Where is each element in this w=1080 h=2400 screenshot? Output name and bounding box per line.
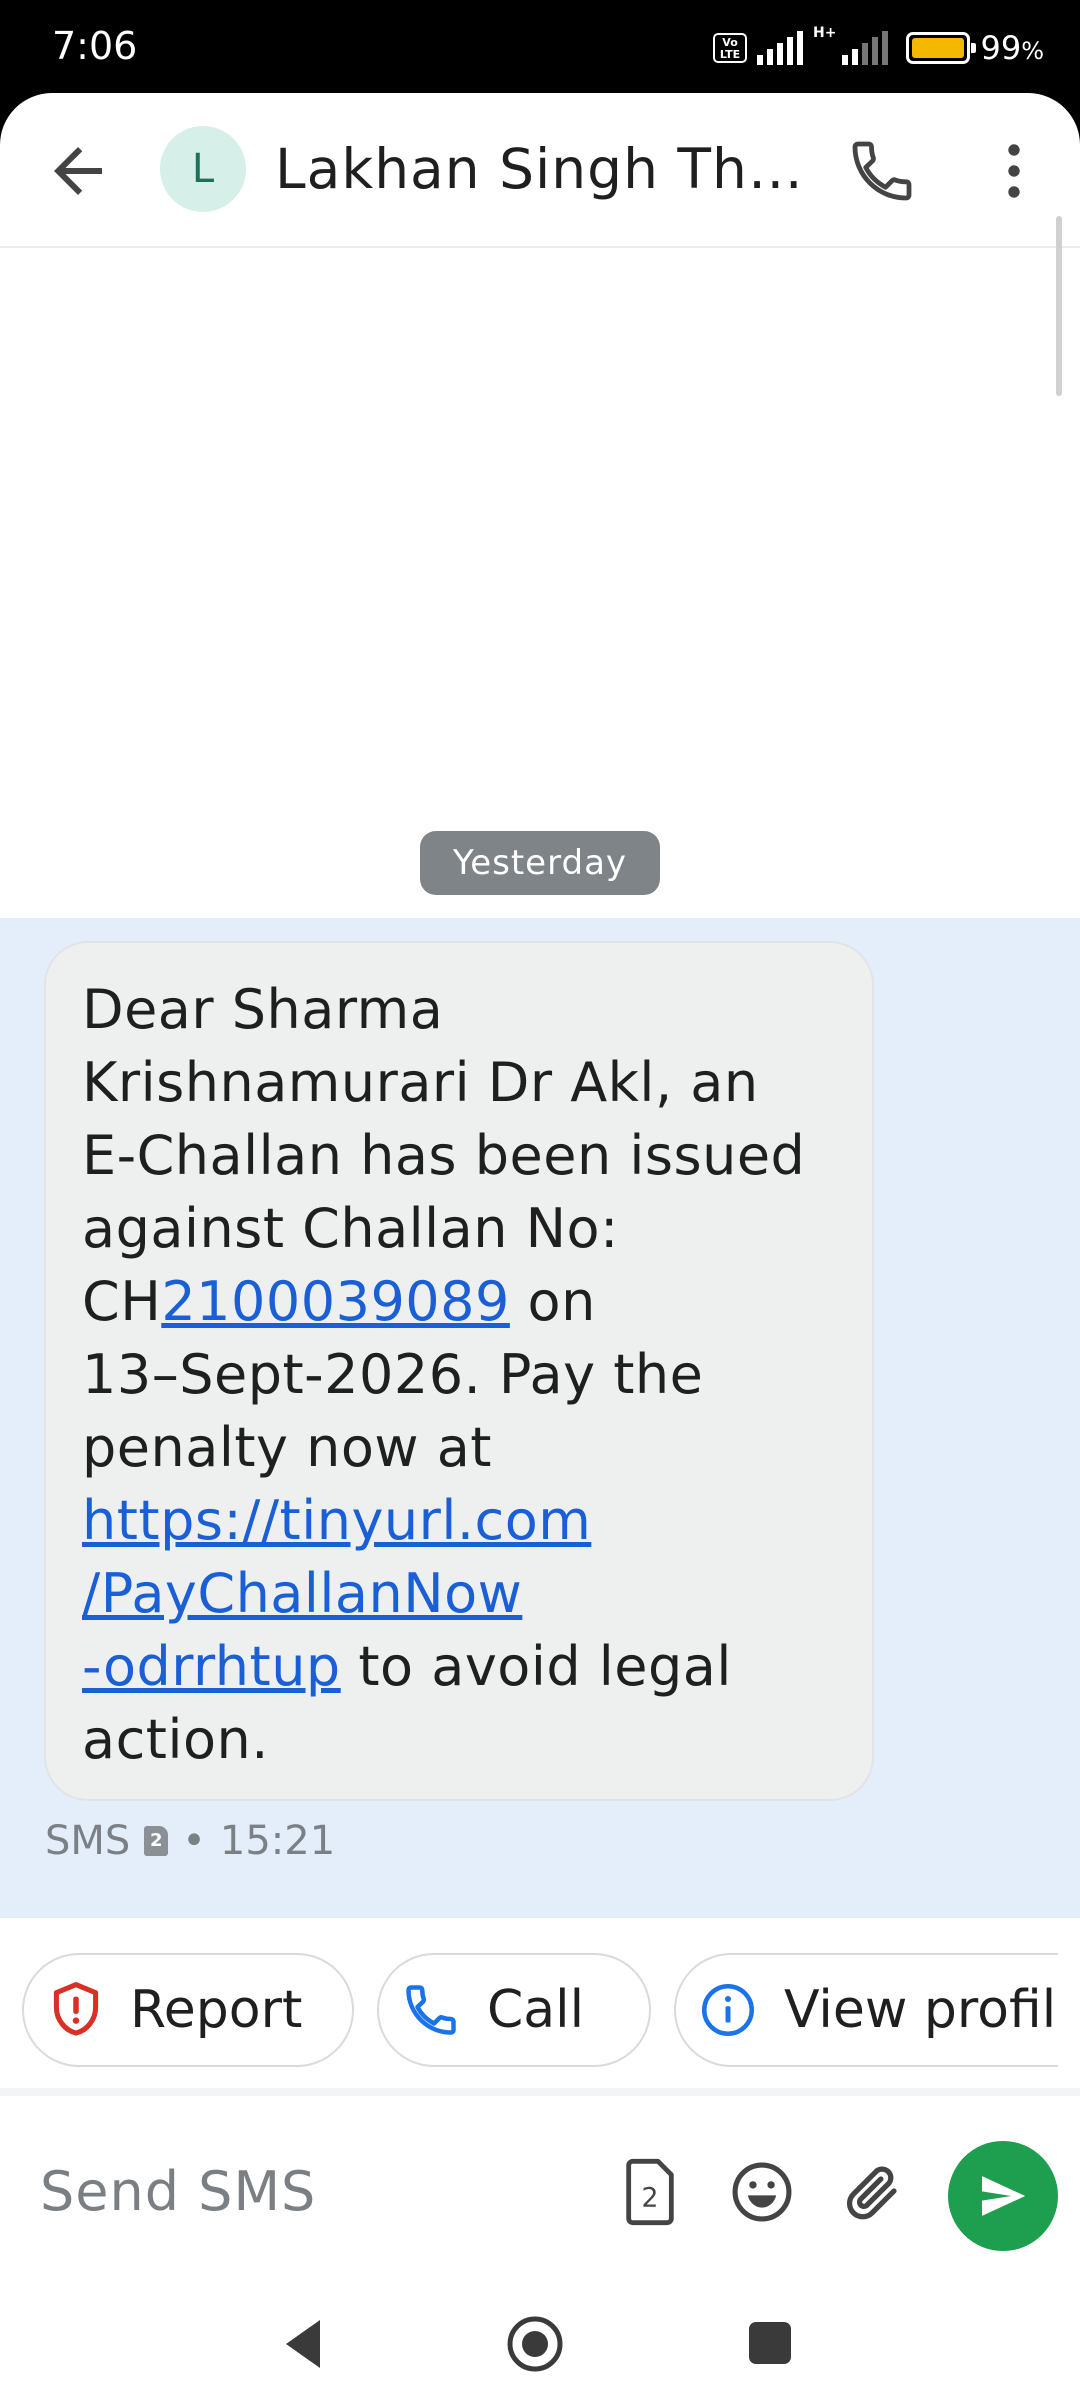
network-type: H+ bbox=[813, 25, 837, 41]
nav-back-button[interactable] bbox=[278, 2316, 328, 2372]
message-line: Krishnamurari Dr Akl, an bbox=[82, 1046, 836, 1119]
message-text: against Challan No: bbox=[82, 1197, 619, 1260]
message-line: penalty now at bbox=[82, 1411, 836, 1484]
message-line: /PayChallanNow bbox=[82, 1557, 836, 1630]
view-profile-label: View profile bbox=[784, 1980, 1058, 2040]
shield-alert-icon bbox=[53, 1982, 99, 2036]
status-time: 7:06 bbox=[52, 24, 138, 68]
message-text: penalty now at bbox=[82, 1416, 492, 1479]
back-button[interactable] bbox=[42, 135, 114, 207]
phone-icon bbox=[852, 141, 912, 201]
battery-icon bbox=[906, 32, 977, 64]
message-line: https://tinyurl.com bbox=[82, 1484, 836, 1557]
emoji-icon bbox=[732, 2162, 792, 2222]
message-line: CH2100039089 on bbox=[82, 1265, 836, 1338]
status-icons: Vo LTE H+ 99% bbox=[713, 26, 1044, 70]
message-text: Dear Sharma bbox=[82, 978, 444, 1041]
more-options-button[interactable] bbox=[978, 135, 1050, 207]
message-text: E-Challan has been issued bbox=[82, 1124, 806, 1187]
conversation-header: L Lakhan Singh Th… bbox=[0, 93, 1080, 248]
message-text: Krishnamurari Dr Akl, an bbox=[82, 1051, 759, 1114]
avatar[interactable]: L bbox=[160, 126, 246, 212]
suggestion-chips: Report Call View profile bbox=[0, 1953, 1058, 2069]
system-navigation-bar bbox=[0, 2286, 1080, 2400]
composer: 2 bbox=[0, 2096, 1080, 2286]
status-bar: 7:06 Vo LTE H+ 99% bbox=[0, 0, 1080, 96]
message-line: against Challan No: bbox=[82, 1192, 836, 1265]
view-profile-button[interactable]: View profile bbox=[674, 1953, 1058, 2067]
call-suggestion-button[interactable]: Call bbox=[377, 1953, 651, 2067]
scrollbar[interactable] bbox=[1056, 216, 1062, 396]
nav-recents-button[interactable] bbox=[749, 2322, 791, 2364]
arrow-left-icon bbox=[54, 147, 102, 195]
report-label: Report bbox=[130, 1980, 303, 2040]
message-channel: SMS bbox=[45, 1818, 131, 1864]
message-time: 15:21 bbox=[219, 1818, 336, 1864]
message-line: -odrrhtup to avoid legal bbox=[82, 1630, 836, 1703]
sim-card-label: 2 bbox=[642, 2183, 659, 2214]
composer-divider bbox=[0, 2088, 1080, 2096]
triangle-back-icon bbox=[286, 2320, 320, 2368]
meta-separator: • bbox=[182, 1818, 206, 1864]
message-link[interactable]: 2100039089 bbox=[161, 1270, 510, 1333]
emoji-button[interactable] bbox=[728, 2158, 796, 2226]
message-link[interactable]: -odrrhtup bbox=[82, 1635, 341, 1698]
signal-sim1-icon bbox=[757, 31, 804, 65]
sim-icon: 2 bbox=[144, 1826, 169, 1856]
send-button[interactable] bbox=[948, 2141, 1058, 2251]
attach-button[interactable] bbox=[838, 2158, 908, 2228]
message-bubble[interactable]: Dear Sharma Krishnamurari Dr Akl, an E-Cha… bbox=[44, 941, 874, 1801]
signal-sim2-icon bbox=[842, 31, 889, 65]
message-link[interactable]: /PayChallanNow bbox=[82, 1562, 522, 1625]
send-sms-input[interactable] bbox=[40, 2156, 580, 2226]
message-text: CH bbox=[82, 1270, 162, 1333]
message-line: E-Challan has been issued bbox=[82, 1119, 836, 1192]
message-text: 13–Sept-2026. Pay the bbox=[82, 1343, 704, 1406]
more-vert-icon bbox=[1008, 144, 1020, 198]
paperclip-icon bbox=[847, 2166, 897, 2220]
message-line: action. bbox=[82, 1703, 836, 1776]
call-button[interactable] bbox=[846, 135, 918, 207]
phone-icon bbox=[406, 1985, 456, 2035]
home-circle-icon bbox=[507, 2316, 563, 2372]
date-separator: Yesterday bbox=[420, 831, 660, 895]
send-icon bbox=[982, 2176, 1026, 2216]
message-line: 13–Sept-2026. Pay the bbox=[82, 1338, 836, 1411]
message-text: on bbox=[509, 1270, 596, 1333]
battery-percent: 99% bbox=[980, 29, 1044, 67]
messages-app: L Lakhan Singh Th… Yesterday Dear Sharma… bbox=[0, 93, 1080, 2400]
message-line: Dear Sharma bbox=[82, 973, 836, 1046]
message-text: to avoid legal bbox=[340, 1635, 732, 1698]
message-link[interactable]: https://tinyurl.com bbox=[82, 1489, 591, 1552]
selected-message-row[interactable]: Dear Sharma Krishnamurari Dr Akl, an E-Cha… bbox=[0, 918, 1080, 1918]
sim-select-button[interactable]: 2 bbox=[618, 2156, 682, 2228]
info-icon bbox=[702, 1984, 754, 2036]
report-button[interactable]: Report bbox=[22, 1953, 354, 2067]
message-meta: SMS 2 • 15:21 bbox=[45, 1818, 335, 1864]
contact-name[interactable]: Lakhan Singh Th… bbox=[275, 137, 805, 201]
sim-card-icon: 2 bbox=[626, 2158, 674, 2226]
volte-icon: Vo LTE bbox=[713, 33, 748, 63]
call-label: Call bbox=[487, 1980, 585, 2040]
nav-home-button[interactable] bbox=[505, 2314, 565, 2374]
message-text: action. bbox=[82, 1708, 269, 1771]
